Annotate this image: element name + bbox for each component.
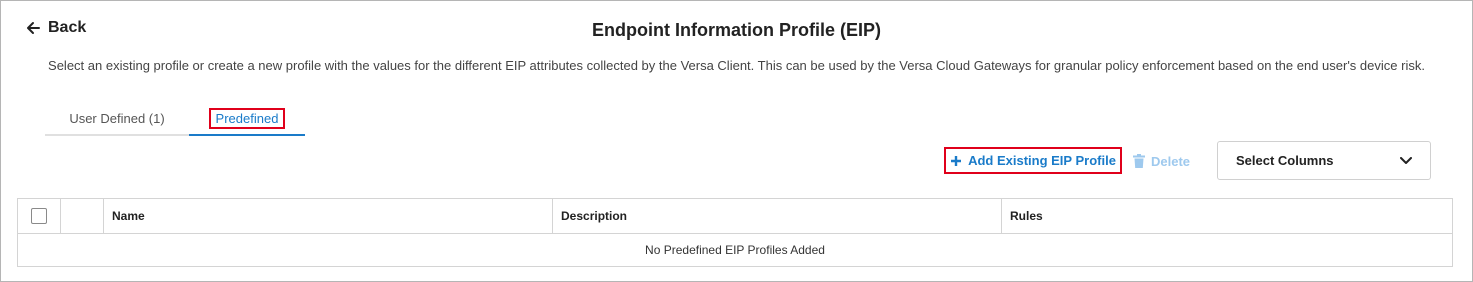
delete-label: Delete [1151, 153, 1191, 169]
select-columns-label: Select Columns [1236, 153, 1334, 168]
row-action-column-header [60, 198, 104, 234]
eip-profile-table: Name Description Rules No Predefined EIP… [17, 198, 1453, 267]
empty-row: No Predefined EIP Profiles Added [17, 233, 1453, 267]
delete-button[interactable]: Delete [1133, 150, 1190, 172]
add-existing-eip-profile-label: Add Existing EIP Profile [968, 153, 1116, 168]
select-all-cell [17, 198, 61, 234]
column-header-name[interactable]: Name [103, 198, 553, 234]
select-all-checkbox[interactable] [31, 208, 47, 224]
tab-predefined[interactable]: Predefined [189, 106, 305, 136]
table-header-row: Name Description Rules [17, 198, 1453, 234]
tab-user-defined[interactable]: User Defined (1) [45, 106, 189, 136]
trash-icon [1133, 154, 1145, 168]
add-existing-eip-profile-button[interactable]: Add Existing EIP Profile [944, 147, 1122, 174]
select-columns-dropdown[interactable]: Select Columns [1217, 141, 1431, 180]
empty-table-message: No Predefined EIP Profiles Added [17, 233, 1453, 267]
tab-bar: User Defined (1) Predefined [45, 106, 305, 136]
chevron-down-icon [1400, 156, 1412, 164]
tab-user-defined-label: User Defined (1) [69, 111, 165, 126]
page-description: Select an existing profile or create a n… [48, 58, 1425, 73]
column-header-description[interactable]: Description [552, 198, 1002, 234]
tab-predefined-label: Predefined [208, 108, 286, 129]
plus-icon [951, 155, 962, 166]
page-title: Endpoint Information Profile (EIP) [592, 20, 881, 40]
column-header-rules[interactable]: Rules [1001, 198, 1453, 234]
